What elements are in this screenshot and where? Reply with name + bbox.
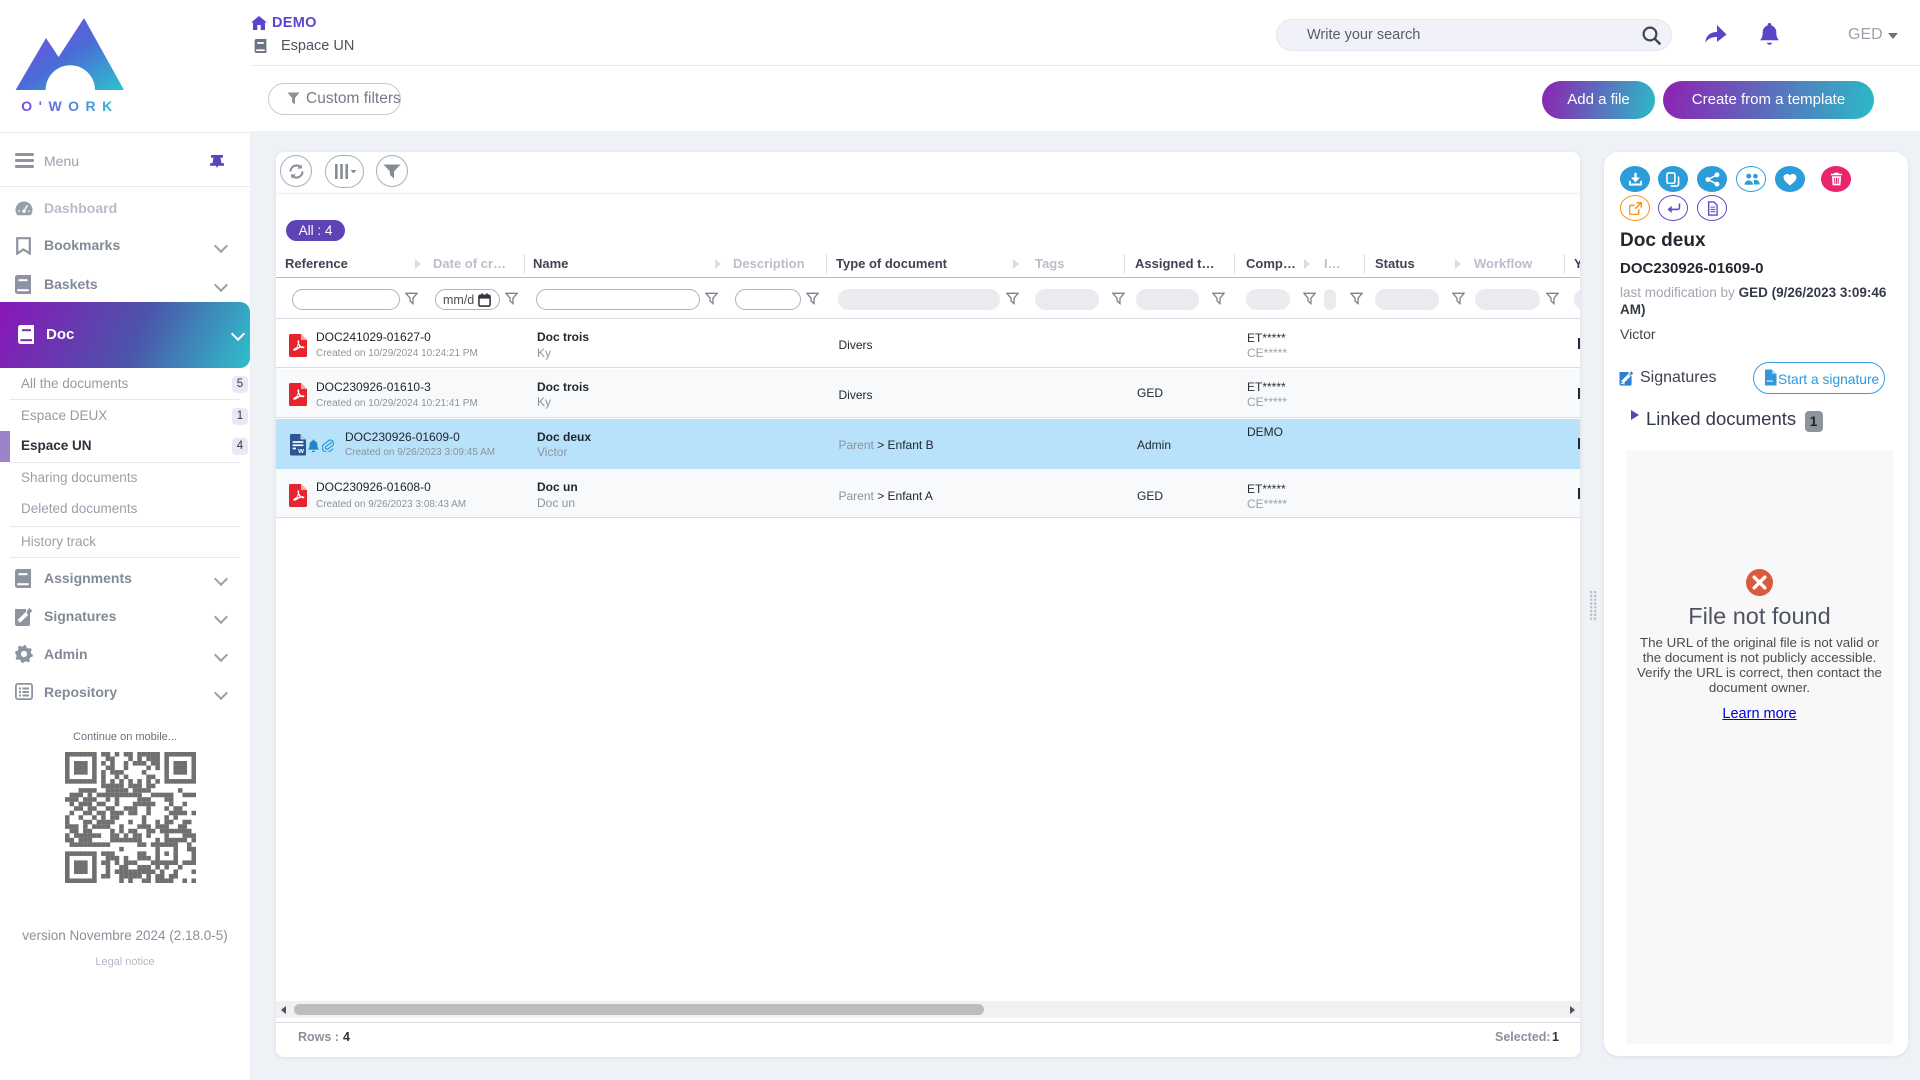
svg-text:O'WORK: O'WORK xyxy=(21,98,119,114)
svg-text:w: w xyxy=(297,446,304,455)
